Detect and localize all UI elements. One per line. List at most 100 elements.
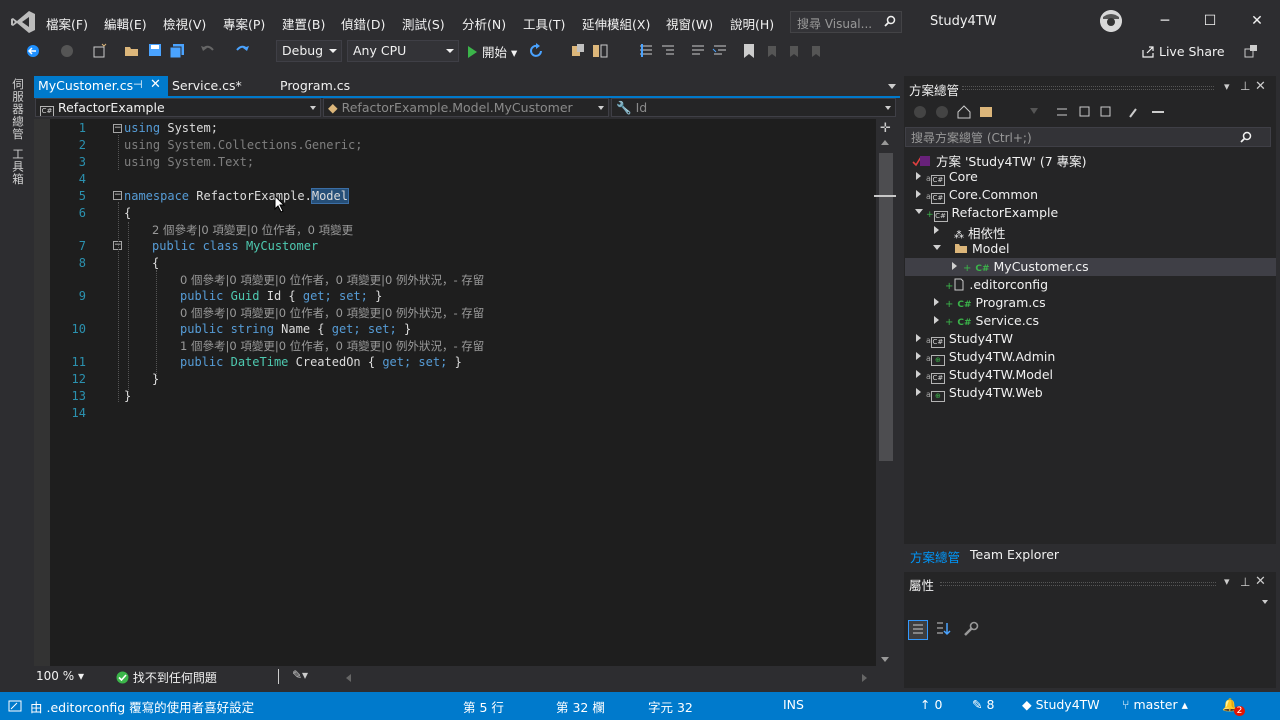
close-window-button[interactable]: ✕ [1244, 8, 1270, 34]
feedback-icon[interactable] [1243, 43, 1259, 59]
pin-icon[interactable]: ⊣ [133, 78, 143, 91]
clear-bookmarks-icon[interactable] [808, 43, 824, 59]
scroll-down-icon[interactable] [881, 657, 889, 662]
codelens-createdon[interactable]: 1 個參考|0 項變更|0 位作者，0 項變更|0 例外狀況，- 存留 [180, 338, 484, 354]
hscroll-right-icon[interactable] [862, 674, 867, 682]
hscroll-left-icon[interactable] [346, 674, 351, 682]
search-input[interactable]: 搜尋 Visual... [790, 11, 902, 33]
undo-icon[interactable] [200, 43, 216, 57]
uncomment-icon[interactable] [712, 43, 728, 59]
menu-analyze[interactable]: 分析(N) [462, 14, 506, 33]
notifications[interactable]: 🔔2 [1222, 697, 1245, 716]
fold-toggle[interactable]: − [113, 124, 122, 133]
expand-icon[interactable] [916, 190, 921, 198]
pin-panel-icon[interactable]: ⊥ [1240, 575, 1250, 589]
split-icon[interactable]: ✛ [880, 121, 891, 136]
tree-item-mycustomer[interactable]: + C# MyCustomer.cs [963, 259, 1089, 274]
solution-search-input[interactable]: 搜尋方案總管 (Ctrl+;) [905, 127, 1271, 147]
format-icon[interactable] [660, 43, 676, 59]
server-explorer-tab[interactable]: 伺服器總管 [10, 78, 26, 141]
platform-select[interactable]: Any CPU [347, 40, 459, 62]
brush-icon[interactable]: ✎▾ [292, 668, 308, 682]
menu-project[interactable]: 專案(P) [223, 14, 265, 33]
codelens-class[interactable]: 2 個參考|0 項變更|0 位作者，0 項變更 [152, 222, 353, 238]
close-tab-icon[interactable]: ✕ [150, 77, 161, 92]
tree-item-program[interactable]: + C# Program.cs [945, 295, 1046, 310]
step-icon[interactable] [638, 43, 654, 59]
close-panel-icon[interactable]: ✕ [1255, 574, 1266, 589]
new-project-icon[interactable] [92, 43, 108, 59]
project-dropdown[interactable]: C# RefactorExample [35, 98, 321, 117]
repository[interactable]: ◆ Study4TW [1022, 697, 1100, 712]
tree-item-study4tw-web[interactable]: a⊕ Study4TW.Web [926, 385, 1043, 401]
menu-help[interactable]: 說明(H) [730, 14, 774, 33]
status-line[interactable]: 第 5 行 [463, 697, 504, 716]
menu-tools[interactable]: 工具(T) [523, 14, 565, 33]
collapse-icon[interactable] [933, 245, 941, 250]
panel-grip[interactable] [962, 86, 1214, 90]
pin-panel-icon[interactable]: ⊥ [1240, 79, 1250, 93]
expand-icon[interactable] [916, 334, 921, 342]
tree-item-model[interactable]: Model [954, 241, 1010, 256]
tree-item-service[interactable]: + C# Service.cs [945, 313, 1039, 328]
tree-item-study4tw-admin[interactable]: a⊕ Study4TW.Admin [926, 349, 1055, 365]
expand-icon[interactable] [934, 298, 939, 306]
panel-menu-icon[interactable]: ▾ [1224, 575, 1230, 588]
branch[interactable]: ⑂ master ▴ [1122, 697, 1188, 712]
tree-item-core-common[interactable]: aC# Core.Common [926, 187, 1038, 203]
tab-team-explorer[interactable]: Team Explorer [970, 547, 1059, 562]
expand-icon[interactable] [934, 316, 939, 324]
menu-file[interactable]: 檔案(F) [46, 14, 88, 33]
codelens-id[interactable]: 0 個參考|0 項變更|0 位作者，0 項變更|0 例外狀況，- 存留 [180, 272, 484, 288]
categorized-button[interactable] [908, 620, 928, 640]
expand-icon[interactable] [916, 370, 921, 378]
close-panel-icon[interactable]: ✕ [1255, 79, 1266, 94]
member-dropdown[interactable]: 🔧 Id [611, 98, 896, 117]
menu-window[interactable]: 視窗(W) [666, 14, 713, 33]
tree-item-refactorexample[interactable]: +C# RefactorExample [926, 205, 1058, 221]
menu-test[interactable]: 測試(S) [402, 14, 445, 33]
menu-view[interactable]: 檢視(V) [163, 14, 206, 33]
maximize-button[interactable]: ☐ [1197, 8, 1223, 34]
configuration-select[interactable]: Debug [276, 40, 342, 62]
pending-changes[interactable]: ✎ 8 [972, 697, 994, 712]
save-all-icon[interactable] [169, 43, 185, 59]
output-icon[interactable] [8, 699, 22, 713]
issues-indicator[interactable]: 找不到任何問題 [116, 669, 217, 686]
layout-icon[interactable] [592, 43, 608, 59]
back-icon[interactable] [26, 44, 42, 58]
avatar[interactable] [1100, 10, 1122, 32]
forward-icon[interactable] [60, 44, 76, 58]
tab-solution-explorer[interactable]: 方案總管 [910, 547, 960, 566]
panel-grip[interactable] [940, 582, 1216, 586]
next-bookmark-icon[interactable] [786, 43, 802, 59]
tree-item-dependencies[interactable]: ⁂ 相依性 [954, 223, 1006, 242]
menu-edit[interactable]: 編輯(E) [104, 14, 147, 33]
expand-icon[interactable] [934, 226, 939, 234]
expand-icon[interactable] [952, 262, 957, 270]
comment-icon[interactable] [690, 43, 706, 59]
bookmark-icon[interactable] [742, 43, 756, 59]
property-pages-button[interactable] [962, 620, 982, 640]
codelens-name[interactable]: 0 個參考|0 項變更|0 位作者，0 項變更|0 例外狀況，- 存留 [180, 305, 484, 321]
tree-item-editorconfig[interactable]: + .editorconfig [945, 277, 1048, 292]
tree-item-study4tw[interactable]: aC# Study4TW [926, 331, 1013, 347]
expand-icon[interactable] [916, 388, 921, 396]
panel-menu-icon[interactable]: ▾ [1224, 80, 1230, 93]
tree-solution[interactable]: 方案 'Study4TW' (7 專案) [912, 151, 1087, 170]
minimize-button[interactable]: ─ [1152, 8, 1178, 34]
tab-service[interactable]: Service.cs* [168, 76, 278, 96]
status-insert-mode[interactable]: INS [783, 697, 804, 712]
toolbox-tab[interactable]: 工具箱 [10, 148, 26, 186]
tab-mycustomer[interactable]: MyCustomer.cs ⊣ ✕ [34, 76, 168, 96]
fold-toggle[interactable]: − [113, 191, 122, 200]
tab-program[interactable]: Program.cs [276, 76, 386, 96]
find-in-files-icon[interactable] [570, 43, 586, 59]
start-button[interactable]: 開始 ▾ [466, 42, 517, 61]
status-column[interactable]: 第 32 欄 [556, 697, 605, 716]
status-char[interactable]: 字元 32 [648, 697, 693, 716]
prev-bookmark-icon[interactable] [764, 43, 780, 59]
scroll-up-icon[interactable] [881, 140, 889, 145]
live-share-button[interactable]: Live Share [1141, 44, 1225, 59]
menu-debug[interactable]: 偵錯(D) [341, 14, 385, 33]
